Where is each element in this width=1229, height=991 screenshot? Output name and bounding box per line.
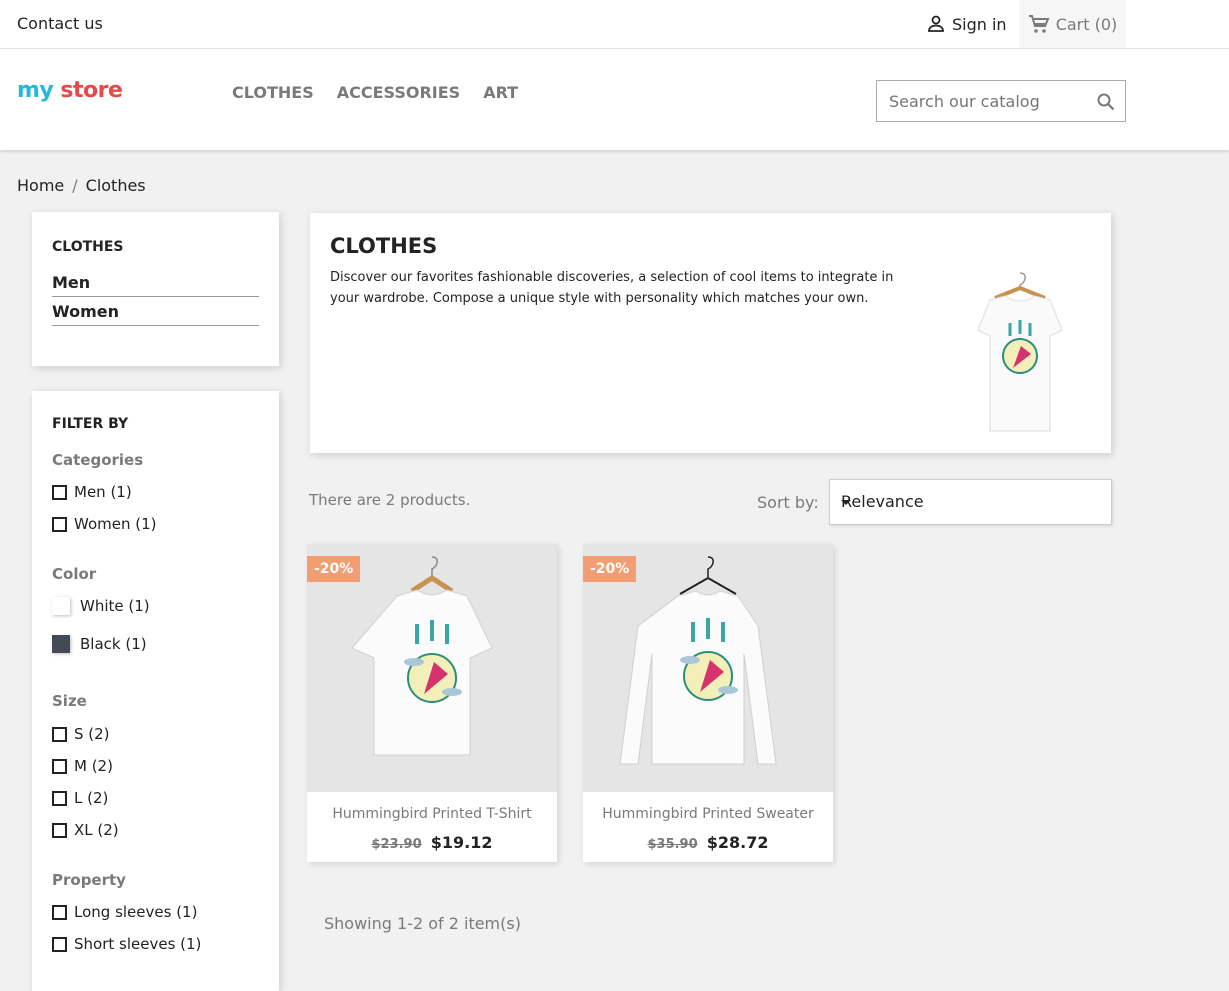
product-name[interactable]: Hummingbird Printed Sweater: [583, 806, 833, 822]
top-nav-bar: Contact us Sign in Cart (0): [0, 0, 1229, 49]
filter-option-size-l[interactable]: L (2): [52, 789, 108, 807]
nav-accessories[interactable]: ACCESSORIES: [337, 83, 460, 102]
main-nav: CLOTHES ACCESSORIES ART: [232, 83, 518, 102]
category-men-link[interactable]: Men: [52, 273, 259, 297]
cart-button[interactable]: Cart (0): [1019, 0, 1126, 48]
checkbox[interactable]: [52, 516, 67, 532]
product-price: $35.90 $28.72: [583, 833, 833, 852]
category-image: [977, 272, 1063, 432]
cart-label: Cart (0): [1055, 14, 1118, 34]
filter-option-size-xl[interactable]: XL (2): [52, 821, 119, 839]
breadcrumb: Home / Clothes: [17, 176, 146, 195]
sort-by-label: Sort by:: [757, 493, 819, 512]
regular-price: $23.90: [371, 837, 422, 852]
main-header: my store CLOTHES ACCESSORIES ART: [0, 49, 1229, 150]
regular-price: $35.90: [647, 837, 698, 852]
search-icon[interactable]: [1097, 93, 1115, 111]
checkbox[interactable]: [52, 822, 67, 838]
sign-in-label: Sign in: [952, 14, 1007, 34]
checkbox[interactable]: [52, 484, 67, 500]
facet-color-label: Color: [52, 565, 97, 583]
category-hero: CLOTHES Discover our favorites fashionab…: [310, 213, 1111, 453]
breadcrumb-separator: /: [72, 176, 78, 195]
sort-select[interactable]: Relevance: [829, 479, 1112, 525]
filter-option-size-m[interactable]: M (2): [52, 757, 113, 775]
breadcrumb-home[interactable]: Home: [17, 176, 64, 195]
checkbox[interactable]: [52, 904, 67, 920]
color-swatch-black[interactable]: [52, 635, 70, 653]
search-box: [876, 80, 1126, 122]
cart-icon: [1028, 15, 1050, 33]
filter-option-long-sleeves[interactable]: Long sleeves (1): [52, 903, 197, 921]
facet-property-label: Property: [52, 871, 126, 889]
filter-option-men[interactable]: Men (1): [52, 483, 132, 501]
filter-option-white[interactable]: White (1): [52, 597, 150, 615]
facet-size-label: Size: [52, 692, 87, 710]
product-card[interactable]: -20% Hummingbird Printed T-Shirt $23.90 …: [307, 544, 557, 862]
checkbox[interactable]: [52, 936, 67, 952]
discounted-price: $28.72: [706, 833, 769, 852]
filter-option-black[interactable]: Black (1): [52, 635, 147, 653]
pagination-summary: Showing 1-2 of 2 item(s): [324, 914, 521, 933]
chevron-down-icon: [841, 500, 851, 505]
discount-badge: -20%: [583, 556, 637, 582]
filter-by-title: FILTER BY: [52, 416, 129, 432]
sort-selected-value: Relevance: [841, 492, 924, 511]
product-card[interactable]: -20% Hummingbird Printed Sweater $35.90 …: [583, 544, 833, 862]
contact-us-link[interactable]: Contact us: [17, 14, 103, 33]
filter-option-women[interactable]: Women (1): [52, 515, 157, 533]
checkbox[interactable]: [52, 790, 67, 806]
checkbox[interactable]: [52, 726, 67, 742]
filter-option-size-s[interactable]: S (2): [52, 725, 110, 743]
search-input[interactable]: [887, 91, 1091, 112]
category-women-link[interactable]: Women: [52, 302, 259, 326]
category-heading: CLOTHES: [330, 234, 438, 258]
checkbox[interactable]: [52, 758, 67, 774]
nav-clothes[interactable]: CLOTHES: [232, 83, 314, 102]
sign-in-link[interactable]: Sign in: [926, 14, 1007, 34]
filter-option-short-sleeves[interactable]: Short sleeves (1): [52, 935, 201, 953]
filter-card: FILTER BY Categories Men (1) Women (1) C…: [32, 391, 279, 991]
category-title: CLOTHES: [52, 239, 124, 255]
facet-categories-label: Categories: [52, 451, 144, 469]
category-tree-card: CLOTHES Men Women: [32, 212, 279, 366]
breadcrumb-current: Clothes: [85, 176, 146, 195]
discounted-price: $19.12: [430, 833, 493, 852]
nav-art[interactable]: ART: [483, 83, 518, 102]
product-price: $23.90 $19.12: [307, 833, 557, 852]
store-logo[interactable]: my store: [17, 78, 123, 103]
discount-badge: -20%: [307, 556, 361, 582]
product-name[interactable]: Hummingbird Printed T-Shirt: [307, 806, 557, 822]
color-swatch-white[interactable]: [52, 597, 70, 615]
product-count: There are 2 products.: [309, 491, 471, 509]
category-description: Discover our favorites fashionable disco…: [330, 270, 894, 306]
user-icon: [928, 15, 944, 32]
